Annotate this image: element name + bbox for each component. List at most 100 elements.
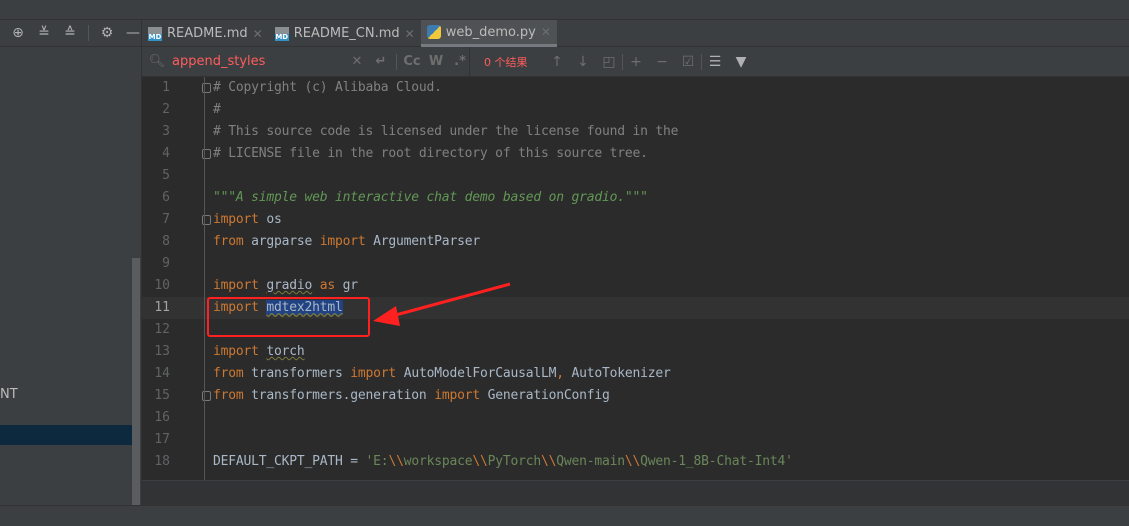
project-toolbar: ⊕ ≚ ≙ ⚙ — [0, 20, 141, 47]
code-token: import [213, 278, 267, 293]
code-line[interactable]: 18 DEFAULT_CKPT_PATH = 'E:\\workspace\\Py… [142, 451, 1129, 473]
code-token: from [213, 366, 252, 381]
select-all-occurrences-icon[interactable]: ☑ [675, 54, 701, 70]
line-number: 17 [154, 432, 170, 447]
code-token: import [213, 212, 267, 227]
code-line[interactable]: 2 # [142, 99, 1129, 121]
tab-label: README.md [167, 26, 248, 41]
code-token: argparse [251, 234, 320, 249]
horizontal-scrollbar[interactable] [142, 480, 1129, 505]
line-number: 7 [162, 212, 170, 227]
code-line[interactable]: 13 import torch [142, 341, 1129, 363]
code-token: # LICENSE file in the root directory of … [213, 146, 648, 161]
code-text: import torch [213, 341, 305, 363]
filter-icon[interactable]: ▼ [728, 54, 754, 70]
arrow-up-icon[interactable]: ↑ [544, 54, 570, 70]
gear-icon[interactable]: ⚙ [99, 25, 115, 41]
collapse-all-icon[interactable]: ≙ [62, 25, 78, 41]
code-text: import gradio as gr [213, 275, 358, 297]
code-token: AutoTokenizer [571, 366, 671, 381]
code-line[interactable]: 1 # Copyright (c) Alibaba Cloud. [142, 77, 1129, 99]
code-text: # This source code is licensed under the… [213, 121, 678, 143]
code-line[interactable]: 17 [142, 429, 1129, 451]
project-scrollbar[interactable] [132, 258, 140, 505]
whole-words-toggle[interactable]: W [427, 54, 445, 69]
filter-lines-icon[interactable]: ☰ [702, 54, 728, 70]
locate-icon[interactable]: ⊕ [10, 25, 26, 41]
code-token: # Copyright (c) Alibaba Cloud. [213, 80, 442, 95]
tab-readme[interactable]: MD README.md ✕ [142, 20, 269, 47]
close-icon[interactable]: ✕ [405, 27, 415, 41]
line-number: 2 [162, 102, 170, 117]
line-number: 18 [154, 454, 170, 469]
code-token: PyTorch [487, 454, 542, 469]
editor-tabs: MD README.md ✕ MD README_CN.md ✕ web_dem… [142, 20, 1129, 47]
code-line[interactable]: 4 # LICENSE file in the root directory of… [142, 143, 1129, 165]
selected-tree-item[interactable] [0, 425, 132, 445]
code-text: from transformers.generation import Gene… [213, 385, 610, 407]
search-input[interactable]: 🔍︎ append_styles ✕ ↵ Cc W .* [142, 46, 470, 77]
code-editor[interactable]: 1 # Copyright (c) Alibaba Cloud. 2 # 3 # This… [142, 77, 1129, 480]
tab-label: README_CN.md [293, 26, 400, 41]
code-line[interactable]: 9 [142, 253, 1129, 275]
open-in-window-icon[interactable]: ◰ [596, 54, 622, 70]
remove-occurrence-icon[interactable]: − [649, 54, 675, 70]
close-icon[interactable]: ✕ [541, 25, 551, 39]
code-token: workspace [403, 454, 473, 469]
code-text: DEFAULT_CKPT_PATH = 'E:\\workspace\\PyTo… [213, 451, 793, 473]
code-token: GenerationConfig [487, 388, 610, 403]
code-text: """A simple web interactive chat demo ba… [213, 187, 648, 209]
code-line[interactable]: 15 from transformers.generation import Ge… [142, 385, 1129, 407]
line-number: 10 [154, 278, 170, 293]
divider [88, 25, 89, 41]
search-icon[interactable]: 🔍︎ [148, 54, 166, 69]
line-number: 12 [154, 322, 170, 337]
code-token: gr [342, 278, 358, 293]
code-token: \\ [624, 454, 641, 469]
code-token: \\ [472, 454, 488, 469]
gutter-divider [204, 77, 205, 480]
match-case-toggle[interactable]: Cc [403, 54, 421, 69]
tab-web-demo[interactable]: web_demo.py ✕ [420, 20, 557, 47]
code-line[interactable]: 7 import os [142, 209, 1129, 231]
code-line[interactable]: 16 [142, 407, 1129, 429]
markdown-file-icon: MD [274, 26, 289, 41]
code-line[interactable]: 6 """A simple web interactive chat demo b… [142, 187, 1129, 209]
code-line[interactable]: 14 from transformers import AutoModelForC… [142, 363, 1129, 385]
code-text: import os [213, 209, 282, 231]
code-line[interactable]: 8 from argparse import ArgumentParser [142, 231, 1129, 253]
arrow-down-icon[interactable]: ↓ [570, 54, 596, 70]
code-text: # Copyright (c) Alibaba Cloud. [213, 77, 442, 99]
code-text: from transformers import AutoModelForCau… [213, 363, 671, 385]
line-number: 3 [162, 124, 170, 139]
code-token: torch [266, 344, 305, 359]
code-token: os [266, 212, 282, 227]
line-number: 9 [162, 256, 170, 271]
find-bar: 🔍︎ append_styles ✕ ↵ Cc W .* 0 个结果 ↑ ↓ ◰… [142, 46, 1129, 77]
regex-toggle[interactable]: .* [451, 54, 469, 69]
close-icon[interactable]: ✕ [253, 27, 263, 41]
python-file-icon [426, 25, 441, 39]
tree-item-label[interactable]: NT [0, 387, 18, 402]
code-token: as [312, 278, 343, 293]
code-token: DEFAULT_CKPT_PATH = [213, 454, 366, 469]
line-number: 1 [162, 80, 170, 95]
code-token: import [213, 344, 267, 359]
new-line-icon[interactable]: ↵ [372, 54, 390, 69]
line-number: 13 [154, 344, 170, 359]
code-token: Qwen-main [556, 454, 625, 469]
code-line[interactable]: 10 import gradio as gr [142, 275, 1129, 297]
search-query[interactable]: append_styles [172, 54, 342, 69]
code-line[interactable]: 5 [142, 165, 1129, 187]
line-number: 6 [162, 190, 170, 205]
minimize-icon[interactable]: — [125, 25, 141, 41]
markdown-file-icon: MD [148, 26, 162, 41]
code-token: transformers.generation [251, 388, 435, 403]
code-token: from [213, 388, 252, 403]
tab-readme-cn[interactable]: MD README_CN.md ✕ [269, 20, 421, 47]
expand-all-icon[interactable]: ≚ [36, 25, 52, 41]
line-number: 14 [154, 366, 170, 381]
code-line[interactable]: 3 # This source code is licensed under th… [142, 121, 1129, 143]
clear-icon[interactable]: ✕ [348, 54, 366, 69]
add-occurrence-icon[interactable]: + [623, 54, 649, 70]
